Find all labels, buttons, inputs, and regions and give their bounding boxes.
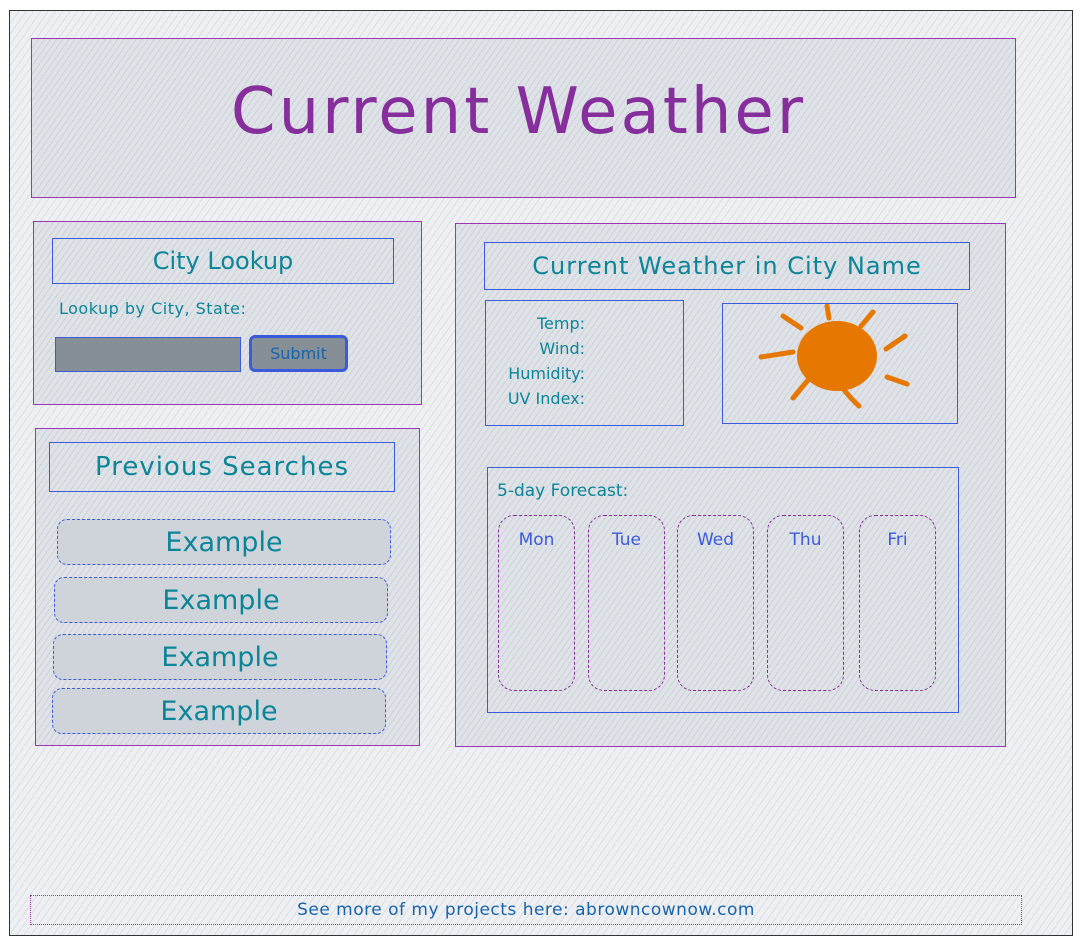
sun-icon bbox=[758, 303, 910, 409]
forecast-day-name: Mon bbox=[518, 530, 555, 550]
humidity-label: Humidity: bbox=[508, 364, 585, 383]
forecast-day-card: Mon bbox=[498, 515, 575, 691]
weather-stats-box: Temp: Wind: Humidity: UV Index: bbox=[485, 300, 684, 426]
forecast-day-card: Fri bbox=[859, 515, 936, 691]
previous-search-item[interactable]: Example bbox=[54, 577, 388, 623]
forecast-day-card: Wed bbox=[677, 515, 754, 691]
weather-icon-box bbox=[722, 303, 958, 424]
submit-button[interactable]: Submit bbox=[249, 335, 348, 372]
forecast-day-name: Tue bbox=[611, 530, 642, 550]
forecast-label: 5-day Forecast: bbox=[497, 481, 629, 501]
lookup-label: Lookup by City, State: bbox=[59, 299, 247, 318]
forecast-day-card: Thu bbox=[767, 515, 844, 691]
current-weather-title: Current Weather in City Name bbox=[484, 242, 970, 290]
previous-search-item[interactable]: Example bbox=[52, 688, 386, 734]
forecast-day-name: Thu bbox=[789, 530, 822, 550]
forecast-day-card: Tue bbox=[588, 515, 665, 691]
previous-searches-title: Previous Searches bbox=[49, 442, 395, 492]
city-search-input[interactable] bbox=[55, 337, 241, 372]
footer-link[interactable]: See more of my projects here: abrowncown… bbox=[30, 895, 1022, 925]
uv-index-label: UV Index: bbox=[507, 389, 585, 408]
previous-search-item[interactable]: Example bbox=[57, 519, 391, 565]
header-banner: Current Weather bbox=[31, 38, 1016, 198]
temp-label: Temp: bbox=[536, 314, 585, 333]
forecast-day-name: Wed bbox=[696, 530, 735, 550]
previous-search-item[interactable]: Example bbox=[53, 634, 387, 680]
city-lookup-title: City Lookup bbox=[52, 238, 394, 284]
forecast-day-name: Fri bbox=[887, 530, 908, 550]
page-title: Current Weather bbox=[230, 75, 807, 149]
wind-label: Wind: bbox=[539, 339, 585, 358]
